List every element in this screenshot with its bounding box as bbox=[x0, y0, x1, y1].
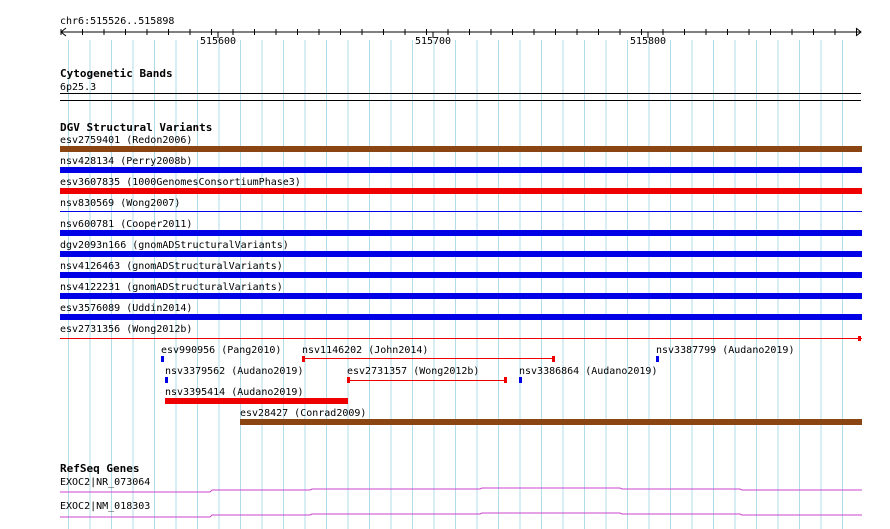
feature-label: nsv428134 (Perry2008b) bbox=[60, 156, 192, 167]
ruler-tick-label: 515800 bbox=[630, 36, 666, 47]
feature-label: nsv3387799 (Audano2019) bbox=[656, 345, 794, 356]
region-label: chr6:515526..515898 bbox=[60, 16, 174, 27]
track-title: DGV Structural Variants bbox=[60, 121, 212, 134]
variant-bar[interactable] bbox=[165, 398, 348, 404]
feature-label: nsv1146202 (John2014) bbox=[302, 345, 428, 356]
feature-label: esv3607835 (1000GenomesConsortiumPhase3) bbox=[60, 177, 301, 188]
variant-end-cap bbox=[347, 377, 350, 383]
feature-label: nsv830569 (Wong2007) bbox=[60, 198, 180, 209]
feature-label: nsv3379562 (Audano2019) bbox=[165, 366, 303, 377]
variant-bar[interactable] bbox=[60, 230, 862, 236]
gene-label: EXOC2|NR_073064 bbox=[60, 477, 150, 488]
variant-end-cap bbox=[302, 356, 305, 362]
ruler: chr6:515526..515898 515600 515700 515800 bbox=[60, 16, 862, 47]
refseq-track[interactable]: RefSeq Genes EXOC2|NR_073064 EXOC2|NM_01… bbox=[60, 462, 862, 518]
variant-bar[interactable] bbox=[60, 293, 862, 299]
feature-label: nsv3395414 (Audano2019) bbox=[165, 387, 303, 398]
variant-bar[interactable] bbox=[519, 377, 522, 383]
variant-bar[interactable] bbox=[60, 338, 862, 339]
feature-label: dgv2093n166 (gnomADStructuralVariants) bbox=[60, 240, 289, 251]
track-title: RefSeq Genes bbox=[60, 462, 139, 475]
variant-bar[interactable] bbox=[60, 211, 862, 212]
variant-bar[interactable] bbox=[240, 419, 862, 425]
variant-end-cap bbox=[504, 377, 507, 383]
genome-browser-panel: chr6:515526..515898 515600 515700 515800… bbox=[60, 16, 862, 529]
variant-end-cap bbox=[858, 336, 861, 341]
gene-label: EXOC2|NM_018303 bbox=[60, 501, 150, 512]
feature-label: nsv4122231 (gnomADStructuralVariants) bbox=[60, 282, 283, 293]
variant-bar[interactable] bbox=[60, 188, 862, 194]
variant-bar[interactable] bbox=[60, 314, 862, 320]
variant-bar[interactable] bbox=[165, 377, 168, 383]
feature-label: esv28427 (Conrad2009) bbox=[240, 408, 366, 419]
gene-line[interactable] bbox=[60, 487, 862, 493]
feature-label: nsv4126463 (gnomADStructuralVariants) bbox=[60, 261, 283, 272]
feature-label: nsv3386864 (Audano2019) bbox=[519, 366, 657, 377]
dgv-track[interactable]: DGV Structural Variants esv2759401 (Redo… bbox=[60, 121, 862, 425]
variant-end-cap bbox=[552, 356, 555, 362]
variant-bar[interactable] bbox=[161, 356, 164, 362]
feature-label: esv2731357 (Wong2012b) bbox=[347, 366, 479, 377]
ruler-tick-label: 515700 bbox=[415, 36, 451, 47]
gene-line[interactable] bbox=[60, 512, 862, 518]
variant-bar[interactable] bbox=[347, 380, 507, 381]
feature-label: esv990956 (Pang2010) bbox=[161, 345, 281, 356]
feature-label: esv2759401 (Redon2006) bbox=[60, 135, 192, 146]
cytoband-track[interactable]: Cytogenetic Bands 6p25.3 bbox=[60, 67, 861, 101]
variant-bar[interactable] bbox=[656, 356, 659, 362]
ruler-tick-label: 515600 bbox=[200, 36, 236, 47]
feature-label: esv2731356 (Wong2012b) bbox=[60, 324, 192, 335]
cytoband-line bbox=[60, 100, 861, 101]
feature-label: nsv600781 (Cooper2011) bbox=[60, 219, 192, 230]
variant-bar[interactable] bbox=[60, 146, 862, 152]
variant-bar[interactable] bbox=[302, 358, 555, 359]
cytoband-line bbox=[60, 93, 861, 94]
variant-bar[interactable] bbox=[60, 251, 862, 257]
variant-bar[interactable] bbox=[60, 272, 862, 278]
variant-bar[interactable] bbox=[60, 167, 862, 173]
track-title: Cytogenetic Bands bbox=[60, 67, 173, 80]
feature-label: esv3576089 (Uddin2014) bbox=[60, 303, 192, 314]
cytoband-label: 6p25.3 bbox=[60, 82, 96, 93]
